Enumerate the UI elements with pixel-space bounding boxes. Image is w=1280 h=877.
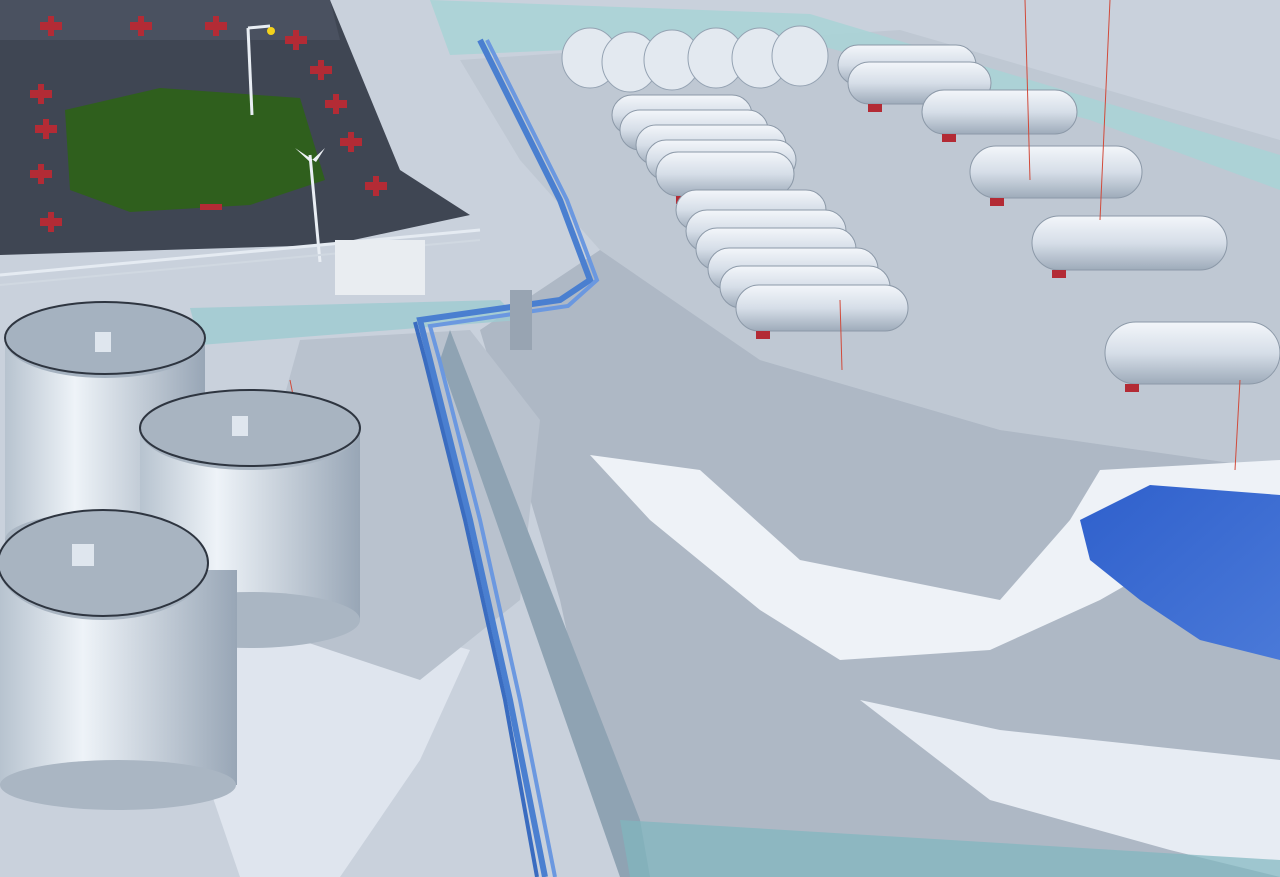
3d-plant-viewport[interactable] xyxy=(0,0,1280,877)
horizontal-tank-right-5[interactable] xyxy=(1031,215,1228,278)
horizontal-tank-right-6[interactable] xyxy=(1104,321,1280,392)
horizontal-tank-right-4[interactable] xyxy=(969,145,1143,206)
horizontal-tank-right-3[interactable] xyxy=(921,89,1078,142)
pipe-support-frame xyxy=(510,290,532,350)
horizontal-tank-mid-11[interactable] xyxy=(735,284,909,339)
sphere-tank-6[interactable] xyxy=(771,25,829,87)
plant-scene[interactable] xyxy=(0,0,1280,877)
lamp-1 xyxy=(267,27,275,35)
utility-building xyxy=(335,240,425,295)
tank-3[interactable] xyxy=(0,509,237,810)
